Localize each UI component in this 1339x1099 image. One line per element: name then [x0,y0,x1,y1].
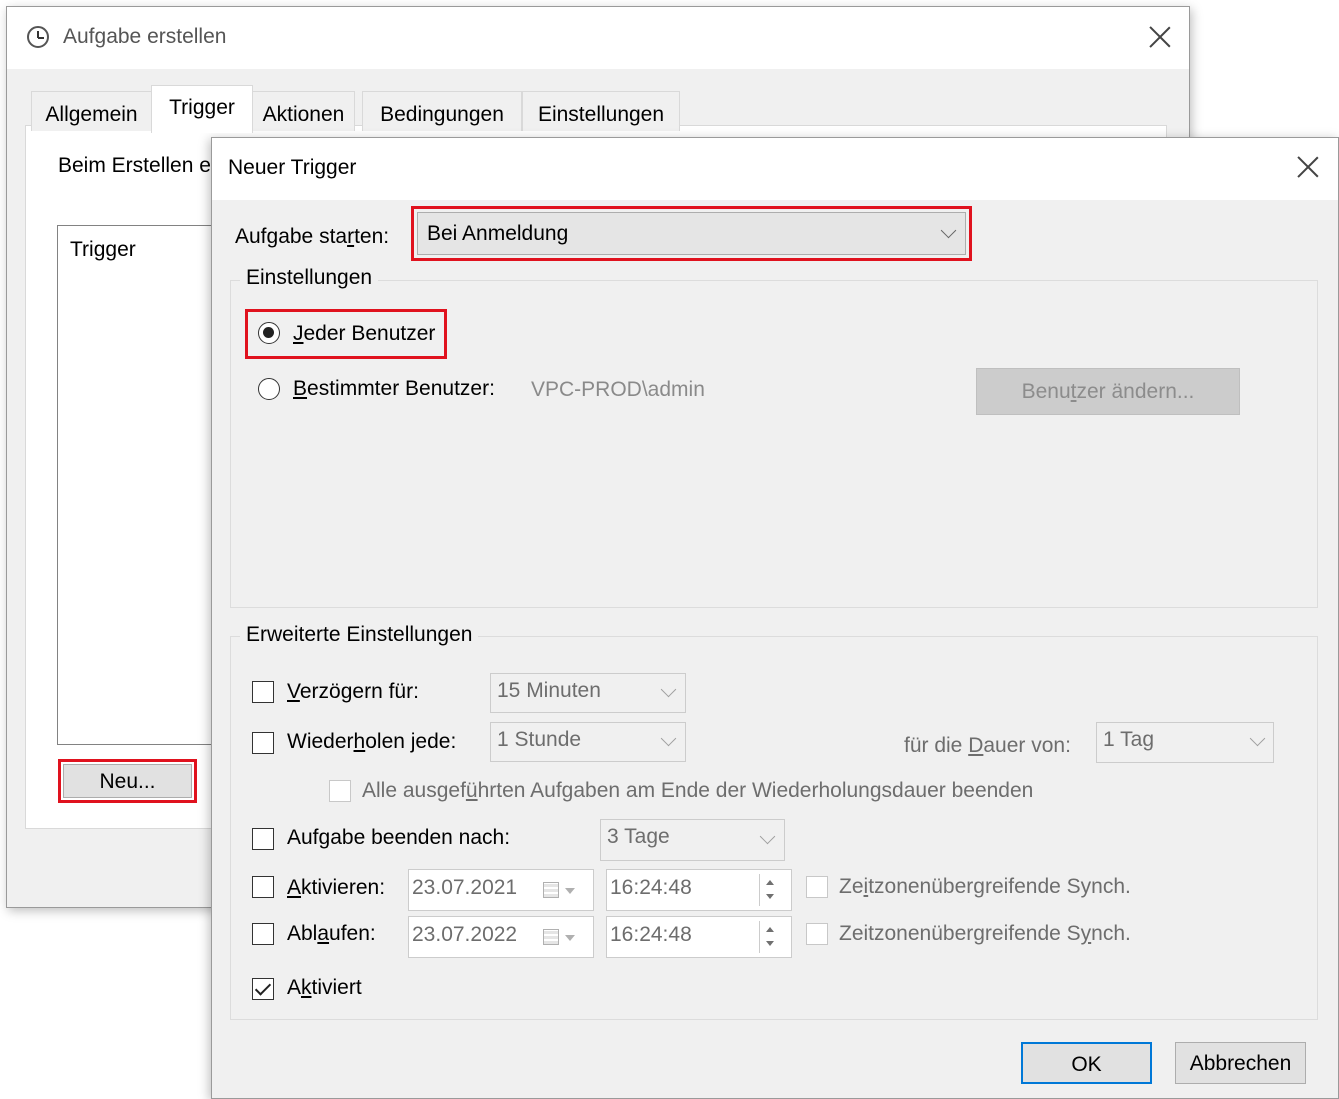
tab-trigger[interactable]: Trigger [151,85,253,133]
dropdown-arrow-icon [565,935,575,941]
settings-group-title: Einstellungen [240,266,379,290]
stop-after-checkbox[interactable] [252,828,274,850]
window-title: Aufgabe erstellen [63,25,227,48]
cancel-button[interactable]: Abbrechen [1175,1042,1306,1084]
every-user-label[interactable]: Jeder Benutzer [293,322,435,346]
tab-bedingungen[interactable]: Bedingungen [362,91,522,131]
chevron-down-icon [759,828,776,845]
clock-icon [27,26,49,48]
expire-label: Ablaufen: [287,922,376,945]
spin-down-icon[interactable] [766,941,774,946]
duration-dropdown[interactable]: 1 Tag [1096,722,1274,763]
title-bar: Aufgabe erstellen [7,7,1189,69]
every-user-radio[interactable] [258,322,280,344]
tab-allgemein[interactable]: Allgemein [31,91,152,131]
ok-button[interactable]: OK [1021,1042,1152,1084]
tab-einstellungen[interactable]: Einstellungen [522,91,680,131]
delay-checkbox[interactable] [252,681,274,703]
dialog-title: Neuer Trigger [228,156,357,179]
enabled-checkbox[interactable] [252,978,274,1000]
repeat-label: Wiederholen jede: [287,730,457,753]
specific-user-value: VPC-PROD\admin [531,378,705,401]
expire-time-value: 16:24:48 [610,923,692,946]
sync-timezone-label-2: Zeitzonenübergreifende Synch. [839,922,1131,945]
spin-down-icon[interactable] [766,894,774,899]
activate-time-input[interactable]: 16:24:48 [606,869,792,911]
calendar-icon[interactable] [543,929,559,945]
calendar-icon[interactable] [543,882,559,898]
tab-aktionen[interactable]: Aktionen [252,91,355,131]
delay-label: Verzögern für: [287,680,419,703]
activate-checkbox[interactable] [252,876,274,898]
chevron-down-icon [1249,730,1266,747]
new-button-highlight: Neu... [58,759,197,803]
close-icon[interactable] [1145,22,1175,52]
specific-user-label[interactable]: Bestimmter Benutzer: [293,377,495,401]
chevron-down-icon [940,222,957,239]
delay-value: 15 Minuten [497,679,601,702]
stop-after-dropdown[interactable]: 3 Tage [600,819,785,861]
new-trigger-dialog: Neuer Trigger Aufgabe starten: Bei Anmel… [211,137,1339,1099]
duration-value: 1 Tag [1103,728,1154,751]
stop-after-value: 3 Tage [607,825,670,848]
expire-time-input[interactable]: 16:24:48 [606,916,792,958]
advanced-group-title: Erweiterte Einstellungen [240,623,479,647]
enabled-label: Aktiviert [287,976,362,999]
time-spinner[interactable] [759,921,781,953]
repeat-dropdown[interactable]: 1 Stunde [490,722,686,762]
close-icon[interactable] [1293,152,1323,182]
expire-date-picker[interactable]: 23.07.2022 [408,916,594,958]
repeat-checkbox[interactable] [252,732,274,754]
stop-all-label: Alle ausgeführten Aufgaben am Ende der W… [362,779,1034,802]
start-task-dropdown[interactable]: Bei Anmeldung [417,212,966,255]
sync-timezone-checkbox-1[interactable] [806,876,828,898]
expire-date-value: 23.07.2022 [412,923,518,946]
start-task-value: Bei Anmeldung [427,222,569,245]
dropdown-arrow-icon [565,888,575,894]
spin-up-icon[interactable] [766,927,774,932]
activate-label: Aktivieren: [287,876,386,899]
repeat-value: 1 Stunde [497,728,582,751]
start-task-highlight: Bei Anmeldung [411,206,972,261]
stop-after-label: Aufgabe beenden nach: [287,826,511,849]
activate-date-value: 23.07.2021 [412,876,518,899]
time-spinner[interactable] [759,874,781,906]
specific-user-radio[interactable] [258,378,280,400]
start-task-label: Aufgabe starten: [235,225,390,248]
change-user-button[interactable]: Benutzer ändern... [976,368,1240,415]
activate-time-value: 16:24:48 [610,876,692,899]
dialog-title-bar: Neuer Trigger [212,138,1338,200]
sync-timezone-checkbox-2[interactable] [806,923,828,945]
delay-dropdown[interactable]: 15 Minuten [490,673,686,713]
chevron-down-icon [660,681,677,698]
spin-up-icon[interactable] [766,880,774,885]
chevron-down-icon [660,730,677,747]
stop-all-checkbox[interactable] [329,780,351,802]
duration-label: für die Dauer von: [904,734,1071,757]
activate-date-picker[interactable]: 23.07.2021 [408,869,594,911]
sync-timezone-label-1: Zeitzonenübergreifende Synch. [839,875,1131,898]
description-text: Beim Erstellen e [58,154,211,177]
new-trigger-button[interactable]: Neu... [63,764,192,798]
expire-checkbox[interactable] [252,923,274,945]
list-column-header: Trigger [70,238,136,261]
